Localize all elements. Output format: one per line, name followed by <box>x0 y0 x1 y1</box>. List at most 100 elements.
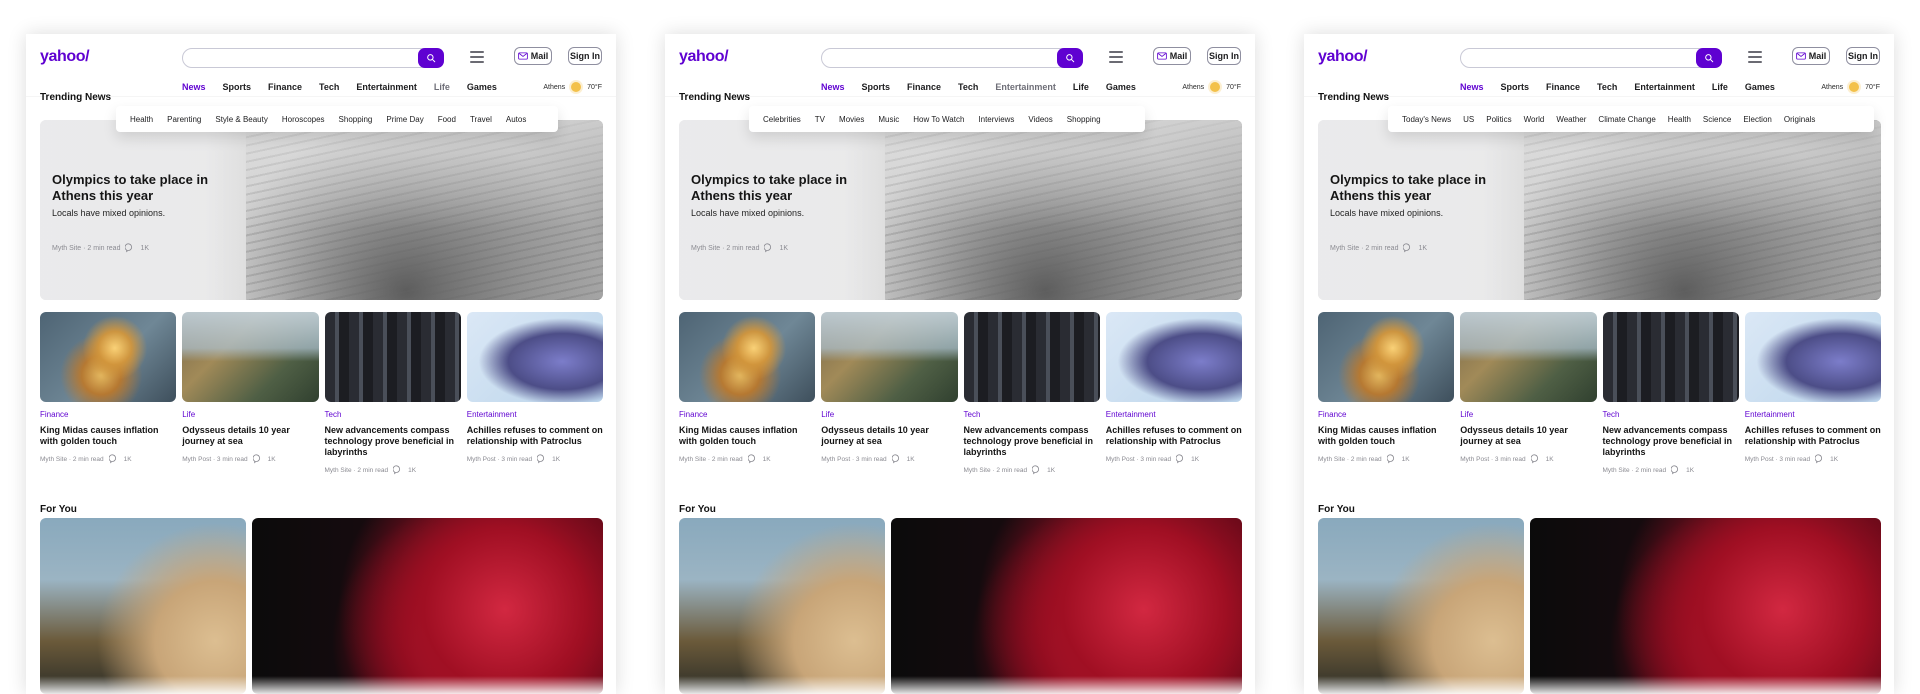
story-title[interactable]: King Midas causes inflation with golden … <box>40 425 176 447</box>
story-title[interactable]: Odysseus details 10 year journey at sea <box>821 425 957 447</box>
hero-story[interactable]: Olympics to take place in Athens this ye… <box>679 120 1242 300</box>
nav-entertainment[interactable]: Entertainment <box>1634 82 1695 92</box>
search-button[interactable] <box>1057 48 1083 68</box>
story-title[interactable]: Odysseus details 10 year journey at sea <box>182 425 318 447</box>
story-kicker[interactable]: Life <box>821 410 957 419</box>
story-title[interactable]: New advancements compass technology prov… <box>964 425 1100 458</box>
yahoo-logo[interactable]: yahoo/ <box>1318 48 1368 66</box>
story-kicker[interactable]: Finance <box>1318 410 1454 419</box>
story-title[interactable]: Achilles refuses to comment on relations… <box>1745 425 1881 447</box>
nav-news[interactable]: News <box>821 82 845 92</box>
weather-widget[interactable]: Athens 70°F <box>1182 82 1241 92</box>
mega-item[interactable]: Climate Change <box>1598 115 1655 124</box>
story-kicker[interactable]: Entertainment <box>467 410 603 419</box>
search-button[interactable] <box>1696 48 1722 68</box>
story-card[interactable]: Life Odysseus details 10 year journey at… <box>1460 312 1597 482</box>
nav-games[interactable]: Games <box>1106 82 1136 92</box>
story-card[interactable]: Entertainment Achilles refuses to commen… <box>1105 312 1242 482</box>
story-title[interactable]: New advancements compass technology prov… <box>1603 425 1739 458</box>
nav-tech[interactable]: Tech <box>319 82 339 92</box>
story-title[interactable]: Achilles refuses to comment on relations… <box>1106 425 1242 447</box>
mega-item[interactable]: Shopping <box>1067 115 1101 124</box>
mega-item[interactable]: Health <box>1668 115 1691 124</box>
mega-item[interactable]: Election <box>1743 115 1771 124</box>
mail-button[interactable]: Mail <box>514 47 552 65</box>
story-title[interactable]: King Midas causes inflation with golden … <box>679 425 815 447</box>
story-card[interactable]: Tech New advancements compass technology… <box>324 312 461 482</box>
hero-title[interactable]: Olympics to take place in Athens this ye… <box>691 172 881 204</box>
story-kicker[interactable]: Life <box>182 410 318 419</box>
mega-item[interactable]: Celebrities <box>763 115 801 124</box>
mega-item[interactable]: TV <box>815 115 825 124</box>
nav-sports[interactable]: Sports <box>223 82 252 92</box>
story-card[interactable]: Life Odysseus details 10 year journey at… <box>182 312 319 482</box>
nav-sports[interactable]: Sports <box>1501 82 1530 92</box>
mail-button[interactable]: Mail <box>1792 47 1830 65</box>
hero-title[interactable]: Olympics to take place in Athens this ye… <box>52 172 242 204</box>
nav-entertainment[interactable]: Entertainment <box>356 82 417 92</box>
nav-games[interactable]: Games <box>1745 82 1775 92</box>
story-kicker[interactable]: Entertainment <box>1745 410 1881 419</box>
story-card[interactable]: Finance King Midas causes inflation with… <box>679 312 816 482</box>
mega-item[interactable]: Music <box>878 115 899 124</box>
sign-in-button[interactable]: Sign In <box>1846 47 1880 65</box>
nav-tech[interactable]: Tech <box>958 82 978 92</box>
for-you-image[interactable] <box>40 518 246 694</box>
mail-button[interactable]: Mail <box>1153 47 1191 65</box>
story-kicker[interactable]: Finance <box>679 410 815 419</box>
search-button[interactable] <box>418 48 444 68</box>
story-card[interactable]: Entertainment Achilles refuses to commen… <box>1744 312 1881 482</box>
mega-item[interactable]: Shopping <box>339 115 373 124</box>
mega-item[interactable]: Weather <box>1556 115 1586 124</box>
sign-in-button[interactable]: Sign In <box>568 47 602 65</box>
mega-item[interactable]: Interviews <box>978 115 1014 124</box>
menu-icon[interactable] <box>470 51 484 63</box>
story-title[interactable]: Odysseus details 10 year journey at sea <box>1460 425 1596 447</box>
mega-item[interactable]: Style & Beauty <box>215 115 267 124</box>
story-kicker[interactable]: Tech <box>1603 410 1739 419</box>
story-kicker[interactable]: Tech <box>325 410 461 419</box>
story-card[interactable]: Finance King Midas causes inflation with… <box>40 312 177 482</box>
weather-widget[interactable]: Athens 70°F <box>543 82 602 92</box>
mega-item[interactable]: Prime Day <box>386 115 423 124</box>
story-kicker[interactable]: Life <box>1460 410 1596 419</box>
for-you-image[interactable] <box>1530 518 1881 694</box>
nav-sports[interactable]: Sports <box>862 82 891 92</box>
nav-news[interactable]: News <box>182 82 206 92</box>
sign-in-button[interactable]: Sign In <box>1207 47 1241 65</box>
weather-widget[interactable]: Athens 70°F <box>1821 82 1880 92</box>
nav-games[interactable]: Games <box>467 82 497 92</box>
mega-item[interactable]: Autos <box>506 115 526 124</box>
mega-item[interactable]: Today's News <box>1402 115 1451 124</box>
story-kicker[interactable]: Finance <box>40 410 176 419</box>
for-you-image[interactable] <box>1318 518 1524 694</box>
mega-item[interactable]: Parenting <box>167 115 201 124</box>
nav-life[interactable]: Life <box>1073 82 1089 92</box>
story-kicker[interactable]: Entertainment <box>1106 410 1242 419</box>
story-card[interactable]: Life Odysseus details 10 year journey at… <box>821 312 958 482</box>
search-bar[interactable] <box>182 48 444 68</box>
nav-life[interactable]: Life <box>434 82 450 92</box>
mega-item[interactable]: Health <box>130 115 153 124</box>
mega-item[interactable]: Food <box>438 115 456 124</box>
mega-item[interactable]: Originals <box>1784 115 1816 124</box>
menu-icon[interactable] <box>1748 51 1762 63</box>
nav-finance[interactable]: Finance <box>907 82 941 92</box>
nav-tech[interactable]: Tech <box>1597 82 1617 92</box>
story-kicker[interactable]: Tech <box>964 410 1100 419</box>
story-title[interactable]: New advancements compass technology prov… <box>325 425 461 458</box>
yahoo-logo[interactable]: yahoo/ <box>40 48 90 66</box>
for-you-image[interactable] <box>679 518 885 694</box>
mega-item[interactable]: How To Watch <box>913 115 964 124</box>
mega-item[interactable]: Travel <box>470 115 492 124</box>
nav-news[interactable]: News <box>1460 82 1484 92</box>
menu-icon[interactable] <box>1109 51 1123 63</box>
mega-item[interactable]: Videos <box>1028 115 1052 124</box>
for-you-image[interactable] <box>252 518 603 694</box>
nav-entertainment[interactable]: Entertainment <box>995 82 1056 92</box>
mega-item[interactable]: Horoscopes <box>282 115 325 124</box>
mega-item[interactable]: Science <box>1703 115 1731 124</box>
story-card[interactable]: Tech New advancements compass technology… <box>963 312 1100 482</box>
story-card[interactable]: Finance King Midas causes inflation with… <box>1318 312 1455 482</box>
nav-finance[interactable]: Finance <box>1546 82 1580 92</box>
